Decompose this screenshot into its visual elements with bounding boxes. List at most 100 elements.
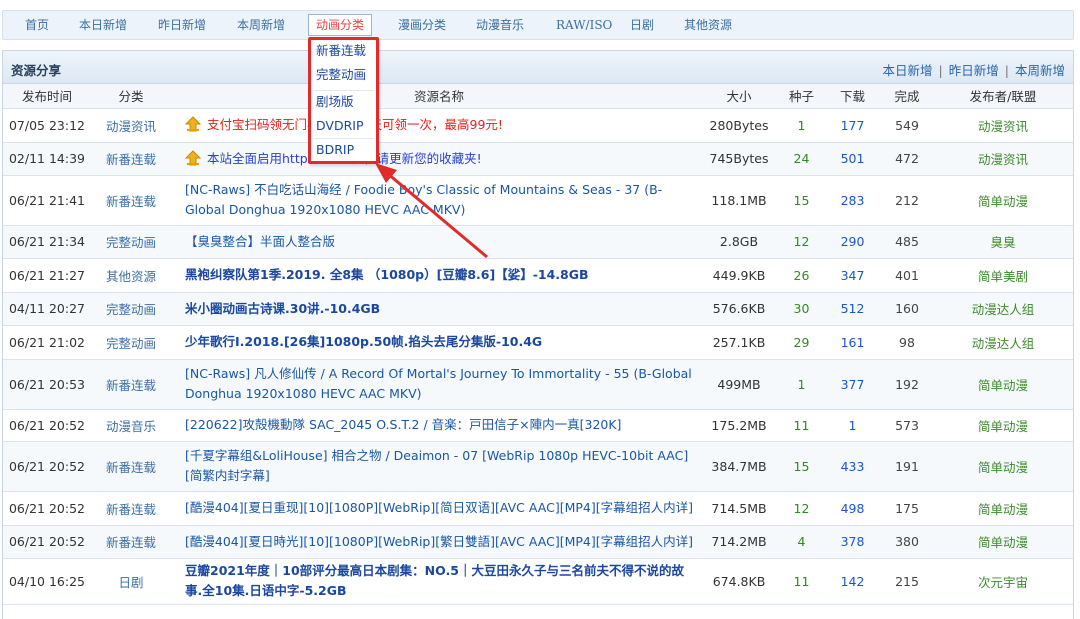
row-downloads[interactable]: 378 [824, 525, 881, 559]
row-category: 新番连载 [91, 491, 171, 526]
row-downloads[interactable]: 377 [824, 359, 881, 410]
row-size: 118.1MB [699, 175, 779, 226]
table-row[interactable]: 06/21 21:02 完整动画 少年歌行I.2018.[26集]1080p.50帧… [3, 325, 1073, 360]
row-title-link[interactable]: 豆瓣2021年度｜10部评分最高日本剧集：NO.5｜大豆田永久子与三名前夫不得不… [185, 563, 684, 598]
nav-item-anime[interactable]: 动画分类 [308, 14, 373, 36]
row-category-link[interactable]: 新番连载 [106, 535, 156, 550]
row-size: 674.8KB [699, 558, 779, 605]
row-date: 04/11 20:27 [3, 292, 91, 326]
table-row[interactable]: 06/21 21:41 新番连载 [NC-Raws] 不白吃话山海经 / Foodi… [3, 175, 1073, 226]
table-row[interactable]: 07/05 23:12 动漫资讯 支付宝扫码领无门槛红包，每天可领一次，最高99元!… [3, 108, 1073, 143]
row-title-link[interactable]: 【臭臭整合】半面人整合版 [185, 234, 335, 249]
row-downloads[interactable]: 142 [824, 558, 881, 605]
row-downloads[interactable]: 501 [824, 142, 881, 176]
row-publisher-link[interactable]: 动漫资讯 [978, 119, 1028, 134]
row-category-link[interactable]: 动漫音乐 [106, 419, 156, 434]
row-size: 2.8GB [699, 225, 779, 259]
row-downloads[interactable]: 498 [824, 491, 881, 526]
row-category-link[interactable]: 日剧 [118, 575, 143, 590]
row-downloads[interactable]: 290 [824, 225, 881, 259]
row-publisher-link[interactable]: 简单动漫 [978, 535, 1028, 550]
row-downloads[interactable]: 283 [824, 175, 881, 226]
row-title-link[interactable]: [NC-Raws] 不白吃话山海经 / Foodie Boy's Classic… [185, 182, 662, 217]
table-row[interactable]: 06/21 20:52 新番连载 [酷漫404][夏日重现][10][1080P][… [3, 491, 1073, 526]
row-category-link[interactable]: 动漫资讯 [106, 119, 156, 134]
table-row[interactable]: 04/10 16:25 日剧 豆瓣2021年度｜10部评分最高日本剧集：NO.5｜大… [3, 558, 1073, 605]
row-category-link[interactable]: 其他资源 [106, 269, 156, 284]
nav-item-week[interactable]: 本周新增 [237, 15, 285, 35]
row-title-link[interactable]: 黑袍纠察队第1季.2019. 全8集 （1080p）[豆瓣8.6]【娑】-14.… [185, 267, 589, 282]
nav-item-today[interactable]: 本日新增 [79, 15, 127, 35]
row-downloads[interactable]: 1 [824, 409, 881, 442]
row-publisher-link[interactable]: 动漫达人组 [972, 302, 1035, 317]
panel-header: 资源分享 本日新增 | 昨日新增 | 本周新增 [3, 51, 1073, 84]
row-publisher-link[interactable]: 简单美剧 [978, 269, 1028, 284]
row-category: 完整动画 [91, 225, 171, 259]
row-title-link[interactable]: 米小圈动画古诗课.30讲.-10.4GB [185, 301, 380, 316]
table-row[interactable]: 04/11 20:27 完整动画 米小圈动画古诗课.30讲.-10.4GB 576.6… [3, 292, 1073, 326]
nav-item-manga[interactable]: 漫画分类 [398, 15, 446, 35]
panel-link-today[interactable]: 本日新增 [883, 63, 933, 78]
row-downloads[interactable]: 433 [824, 441, 881, 492]
row-downloads[interactable]: 512 [824, 292, 881, 326]
row-category-link[interactable]: 完整动画 [106, 235, 156, 250]
row-spacer [171, 525, 179, 559]
row-publisher-link[interactable]: 简单动漫 [978, 378, 1028, 393]
row-size: 576.6KB [699, 292, 779, 326]
row-title-link[interactable]: [220622]攻殻機動隊 SAC_2045 O.S.T.2 / 音楽：戸田信子… [185, 417, 621, 432]
row-publisher: 臭臭 [933, 225, 1073, 259]
table-row[interactable]: 06/21 20:52 动漫音乐 [220622]攻殻機動隊 SAC_2045 O.… [3, 409, 1073, 442]
nav-item-drama[interactable]: 日剧 [630, 15, 654, 35]
row-name: [220622]攻殻機動隊 SAC_2045 O.S.T.2 / 音楽：戸田信子… [179, 409, 699, 442]
row-downloads[interactable]: 177 [824, 108, 881, 143]
row-category: 新番连载 [91, 359, 171, 410]
table-row[interactable]: 06/21 21:34 完整动画 【臭臭整合】半面人整合版 2.8GB 12 290 485… [3, 225, 1073, 259]
row-publisher-link[interactable]: 动漫达人组 [972, 336, 1035, 351]
row-publisher-link[interactable]: 简单动漫 [978, 194, 1028, 209]
row-title-link[interactable]: 少年歌行I.2018.[26集]1080p.50帧.掐头去尾分集版-10.4G [185, 334, 542, 349]
row-title-link[interactable]: [NC-Raws] 凡人修仙传 / A Record Of Mortal's J… [185, 366, 692, 401]
row-publisher-link[interactable]: 动漫资讯 [978, 152, 1028, 167]
table-row[interactable]: 06/21 21:27 其他资源 黑袍纠察队第1季.2019. 全8集 （1080p… [3, 258, 1073, 293]
nav-item-raw-iso[interactable]: RAW/ISO [556, 15, 612, 35]
row-downloads[interactable]: 161 [824, 325, 881, 360]
table-row[interactable]: 06/21 20:53 新番连载 [NC-Raws] 凡人修仙传 / A Recor… [3, 359, 1073, 410]
row-spacer [171, 359, 179, 410]
resource-table: 发布时间 分类 资源名称 大小 种子 下载 完成 发布者/联盟 07/05 23… [3, 84, 1073, 605]
panel-link-yesterday[interactable]: 昨日新增 [949, 63, 999, 78]
row-publisher-link[interactable]: 次元宇宙 [978, 575, 1028, 590]
dropdown-item-complete-anime[interactable]: 完整动画 [316, 64, 366, 86]
row-category-link[interactable]: 新番连载 [106, 460, 156, 475]
row-publisher-link[interactable]: 简单动漫 [978, 419, 1028, 434]
row-category-link[interactable]: 新番连载 [106, 194, 156, 209]
row-category-link[interactable]: 新番连载 [106, 502, 156, 517]
table-row[interactable]: 06/21 20:52 新番连载 [千夏字幕组&LoliHouse] 相合之物 / … [3, 441, 1073, 492]
nav-item-yesterday[interactable]: 昨日新增 [158, 15, 206, 35]
dropdown-item-new-series[interactable]: 新番连载 [316, 40, 366, 62]
dropdown-item-movie[interactable]: 剧场版 [316, 91, 354, 113]
row-downloads[interactable]: 347 [824, 258, 881, 293]
row-seeds: 11 [779, 409, 824, 442]
row-seeds: 4 [779, 525, 824, 559]
row-title-link[interactable]: [酷漫404][夏日重现][10][1080P][WebRip][简日双语][A… [185, 500, 693, 515]
table-row[interactable]: 06/21 20:52 新番连载 [酷漫404][夏日時光][10][1080P][… [3, 525, 1073, 559]
row-title-link[interactable]: [酷漫404][夏日時光][10][1080P][WebRip][繁日雙語][A… [185, 534, 693, 549]
row-category-link[interactable]: 完整动画 [106, 302, 156, 317]
row-category-link[interactable]: 新番连载 [106, 152, 156, 167]
row-category-link[interactable]: 完整动画 [106, 336, 156, 351]
nav-item-home[interactable]: 首页 [25, 15, 49, 35]
dropdown-item-dvdrip[interactable]: DVDRIP [316, 115, 364, 137]
nav-item-music[interactable]: 动漫音乐 [476, 15, 524, 35]
row-category-link[interactable]: 新番连载 [106, 378, 156, 393]
dropdown-item-bdrip[interactable]: BDRIP [316, 139, 354, 161]
row-publisher-link[interactable]: 简单动漫 [978, 460, 1028, 475]
row-size: 257.1KB [699, 325, 779, 360]
row-title-link[interactable]: [千夏字幕组&LoliHouse] 相合之物 / Deaimon - 07 [W… [185, 448, 688, 483]
row-publisher: 动漫资讯 [933, 108, 1073, 143]
table-row[interactable]: 02/11 14:39 新番连载 本站全面启用https安全访问，请更新您的收藏夹!… [3, 142, 1073, 176]
nav-item-other[interactable]: 其他资源 [684, 15, 732, 35]
row-publisher: 简单动漫 [933, 359, 1073, 410]
row-publisher-link[interactable]: 简单动漫 [978, 502, 1028, 517]
row-publisher-link[interactable]: 臭臭 [990, 235, 1015, 250]
panel-link-week[interactable]: 本周新增 [1015, 63, 1065, 78]
